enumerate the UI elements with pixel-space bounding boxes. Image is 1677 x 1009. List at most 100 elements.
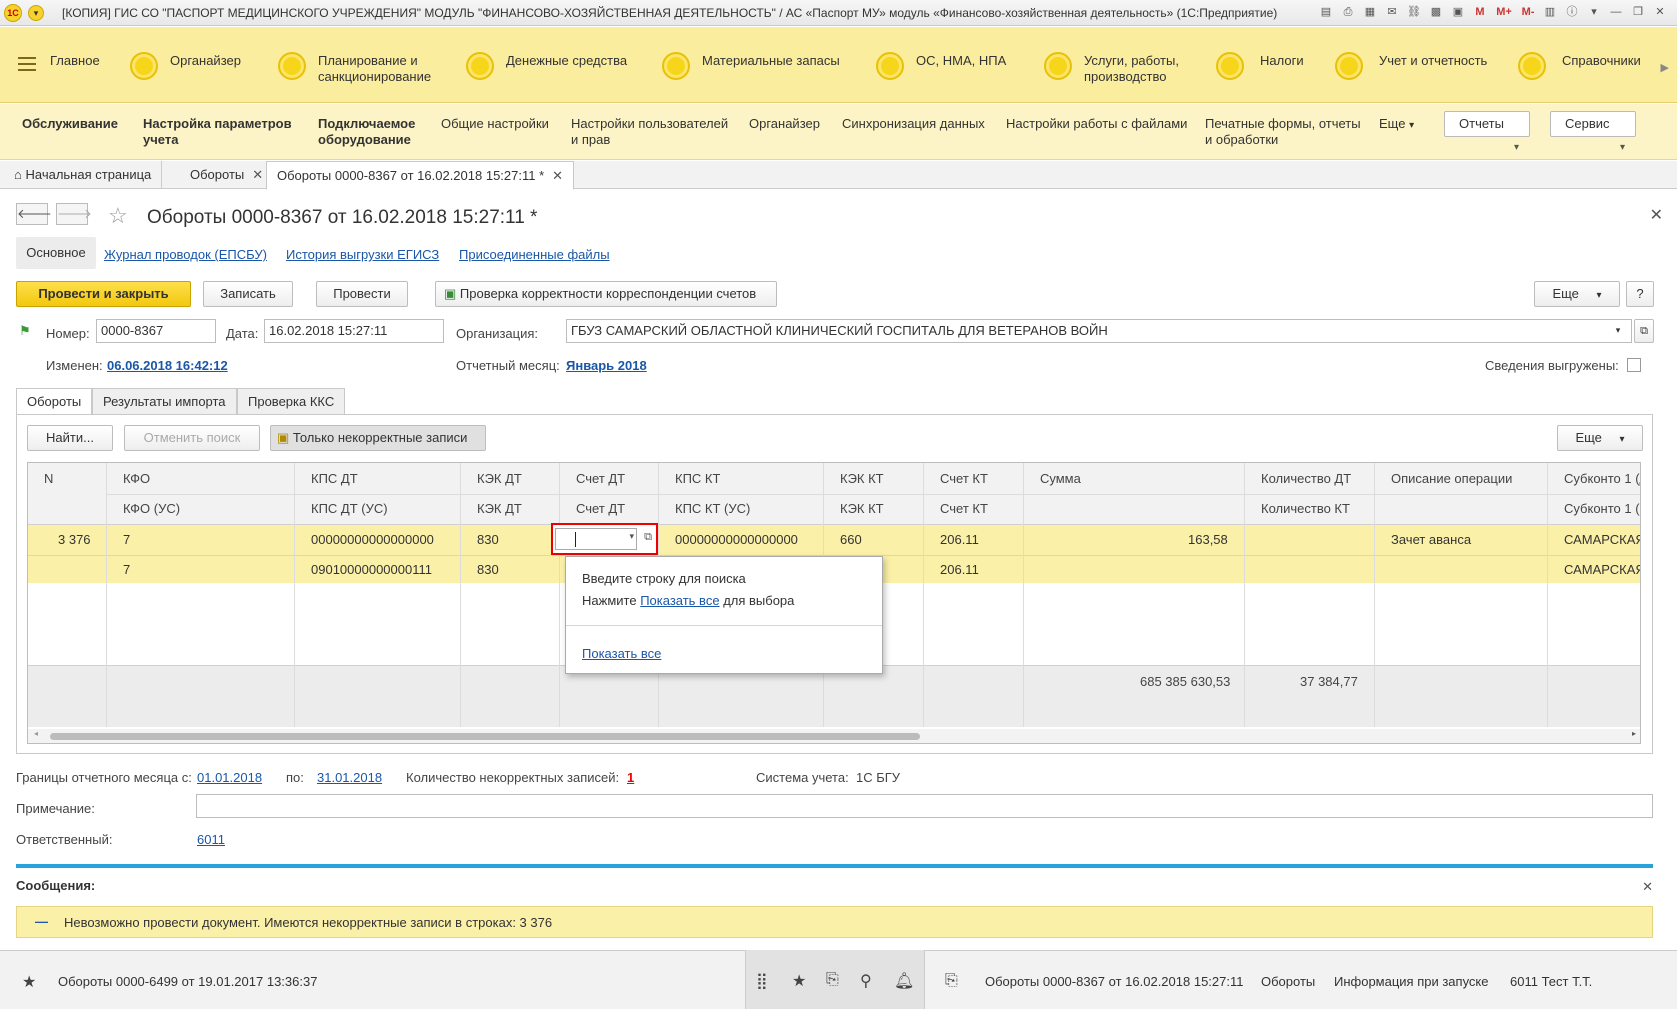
- panel-more[interactable]: Еще ▾: [1379, 116, 1414, 134]
- post-and-close-button[interactable]: Провести и закрыть: [16, 281, 191, 307]
- month-value[interactable]: Январь 2018: [566, 358, 647, 373]
- cell-schet-kt[interactable]: 206.11: [940, 532, 979, 547]
- section-main[interactable]: Главное: [38, 27, 100, 103]
- search-icon[interactable]: ⚲: [860, 971, 872, 991]
- section-directories[interactable]: Справочники: [1518, 27, 1641, 103]
- tab-kks-check[interactable]: Проверка ККС: [237, 388, 346, 415]
- number-field[interactable]: 0000-8367: [96, 319, 216, 343]
- memory-m-button[interactable]: M: [1471, 3, 1489, 21]
- scrollbar-thumb[interactable]: [50, 733, 920, 740]
- link-icon[interactable]: ⛓: [1405, 3, 1423, 21]
- col-kfo[interactable]: КФО: [123, 471, 150, 486]
- open-icon[interactable]: ⧉: [644, 531, 652, 544]
- table-more-button[interactable]: Еще ▾: [1557, 425, 1643, 451]
- info-icon[interactable]: ⓘ: [1563, 3, 1581, 21]
- col-kps-dt-us[interactable]: КПС ДТ (УС): [311, 501, 388, 516]
- help-button[interactable]: ?: [1626, 281, 1654, 307]
- form-link-journal[interactable]: Журнал проводок (ЕПСБУ): [104, 247, 267, 262]
- section-fixed-assets[interactable]: ОС, НМА, НПА: [876, 27, 1006, 103]
- preview-icon[interactable]: ▦: [1361, 3, 1379, 21]
- panels-icon[interactable]: ▥: [1541, 3, 1559, 21]
- form-tab-main[interactable]: Основное: [16, 237, 96, 269]
- save-button[interactable]: Записать: [203, 281, 293, 307]
- popup-show-all-inline-link[interactable]: Показать все: [640, 593, 719, 608]
- history-icon[interactable]: ⎘: [945, 972, 958, 990]
- responsible-value[interactable]: 6011: [197, 832, 225, 847]
- popup-show-all-link[interactable]: Показать все: [582, 646, 661, 661]
- col-kek-kt-2[interactable]: КЭК КТ: [840, 501, 884, 516]
- col-schet-dt-2[interactable]: Счет ДТ: [576, 501, 625, 516]
- col-schet-dt[interactable]: Счет ДТ: [576, 471, 625, 486]
- incorrect-count[interactable]: 1: [627, 770, 634, 785]
- panel-link-service[interactable]: Обслуживание: [22, 116, 118, 132]
- section-accounting[interactable]: Учет и отчетность: [1335, 27, 1487, 103]
- org-dropdown-icon[interactable]: ▾: [1608, 320, 1628, 342]
- print-icon[interactable]: ⎙: [1339, 3, 1357, 21]
- grid-menu-icon[interactable]: ⣿: [756, 971, 768, 991]
- org-field[interactable]: ГБУЗ САМАРСКИЙ ОБЛАСТНОЙ КЛИНИЧЕСКИЙ ГОС…: [566, 319, 1632, 343]
- mail-icon[interactable]: ✉: [1383, 3, 1401, 21]
- cancel-search-button[interactable]: Отменить поиск: [124, 425, 260, 451]
- hamburger-menu-icon[interactable]: [18, 57, 36, 73]
- cell-description[interactable]: Зачет аванса: [1391, 532, 1471, 547]
- changed-value[interactable]: 06.06.2018 16:42:12: [107, 358, 228, 373]
- col-schet-kt-2[interactable]: Счет КТ: [940, 501, 988, 516]
- minimize-icon[interactable]: —: [1607, 3, 1625, 21]
- section-planning[interactable]: Планирование и санкционирование: [278, 27, 438, 103]
- find-button[interactable]: Найти...: [27, 425, 113, 451]
- check-correspondence-button[interactable]: ▣ Проверка корректности корреспонденции …: [435, 281, 777, 307]
- org-open-icon[interactable]: ⧉: [1634, 319, 1654, 343]
- history-icon[interactable]: ⎘: [826, 971, 839, 989]
- tab-turnover-doc[interactable]: Обороты 0000-8367 от 16.02.2018 15:27:11…: [266, 161, 575, 190]
- col-kps-kt-us[interactable]: КПС КТ (УС): [675, 501, 750, 516]
- panel-link-sync[interactable]: Синхронизация данных: [842, 116, 985, 132]
- cell-summa[interactable]: 163,58: [1188, 532, 1228, 547]
- dropdown-icon[interactable]: ▾: [1585, 3, 1603, 21]
- chevron-down-icon[interactable]: ▾: [629, 531, 634, 542]
- col-kps-kt[interactable]: КПС КТ: [675, 471, 720, 486]
- post-button[interactable]: Провести: [316, 281, 408, 307]
- section-cash[interactable]: Денежные средства: [466, 27, 627, 103]
- panel-link-equipment[interactable]: Подключаемое оборудование: [318, 116, 438, 148]
- cell-kfo[interactable]: 7: [123, 532, 130, 547]
- reports-dropdown[interactable]: Отчеты: [1444, 111, 1530, 160]
- panel-link-files[interactable]: Настройки работы с файлами: [1006, 116, 1187, 132]
- col-qty-kt[interactable]: Количество КТ: [1261, 501, 1350, 516]
- favorites-icon[interactable]: ★: [792, 971, 806, 991]
- star-icon[interactable]: ★: [22, 972, 36, 992]
- col-kps-dt[interactable]: КПС ДТ: [311, 471, 358, 486]
- current-list-link[interactable]: Обороты: [1261, 974, 1315, 989]
- close-form-icon[interactable]: ✕: [1650, 205, 1663, 225]
- col-kek-kt[interactable]: КЭК КТ: [840, 471, 884, 486]
- horizontal-scrollbar[interactable]: ◂ ▸: [28, 729, 1640, 743]
- scroll-right-icon[interactable]: ▶: [1661, 61, 1669, 74]
- close-tab-icon[interactable]: ✕: [252, 167, 263, 182]
- note-field[interactable]: [196, 794, 1653, 818]
- col-description[interactable]: Описание операции: [1391, 471, 1512, 486]
- forward-button[interactable]: 🡒: [56, 203, 92, 225]
- table-row[interactable]: 3 376 7 00000000000000000 830 0000000000…: [28, 525, 1640, 555]
- scroll-right-icon[interactable]: ▸: [1632, 729, 1636, 738]
- startup-info-link[interactable]: Информация при запуске: [1334, 974, 1489, 989]
- memory-mminus-button[interactable]: M-: [1519, 3, 1537, 21]
- memory-mplus-button[interactable]: M+: [1493, 3, 1515, 21]
- current-doc-link[interactable]: Обороты 0000-8367 от 16.02.2018 15:27:11: [985, 974, 1243, 989]
- save-icon[interactable]: ▤: [1317, 3, 1335, 21]
- cell-kfo-us[interactable]: 7: [123, 562, 130, 577]
- calendar-icon[interactable]: ▣: [1449, 3, 1467, 21]
- col-kek-dt-2[interactable]: КЭК ДТ: [477, 501, 522, 516]
- back-button[interactable]: 🡐: [16, 203, 52, 225]
- cell-kps-dt[interactable]: 00000000000000000: [311, 532, 434, 547]
- form-link-files[interactable]: Присоединенные файлы: [459, 247, 610, 262]
- section-taxes[interactable]: Налоги: [1216, 27, 1304, 103]
- tab-import-results[interactable]: Результаты импорта: [92, 388, 237, 415]
- col-subkonto-kt[interactable]: Субконто 1 (К: [1564, 501, 1640, 516]
- close-window-icon[interactable]: ✕: [1651, 3, 1669, 21]
- panel-link-general[interactable]: Общие настройки: [441, 116, 549, 132]
- cell-kek-dt[interactable]: 830: [477, 532, 499, 547]
- tab-turnover-list[interactable]: Обороты ✕: [180, 161, 275, 189]
- cell-subkonto[interactable]: САМАРСКАЯ: [1564, 532, 1640, 547]
- col-subkonto-dt[interactable]: Субконто 1 (Д: [1564, 471, 1640, 486]
- panel-link-print[interactable]: Печатные формы, отчеты и обработки: [1205, 116, 1365, 148]
- cell-subkonto-2[interactable]: САМАРСКАЯ: [1564, 562, 1640, 577]
